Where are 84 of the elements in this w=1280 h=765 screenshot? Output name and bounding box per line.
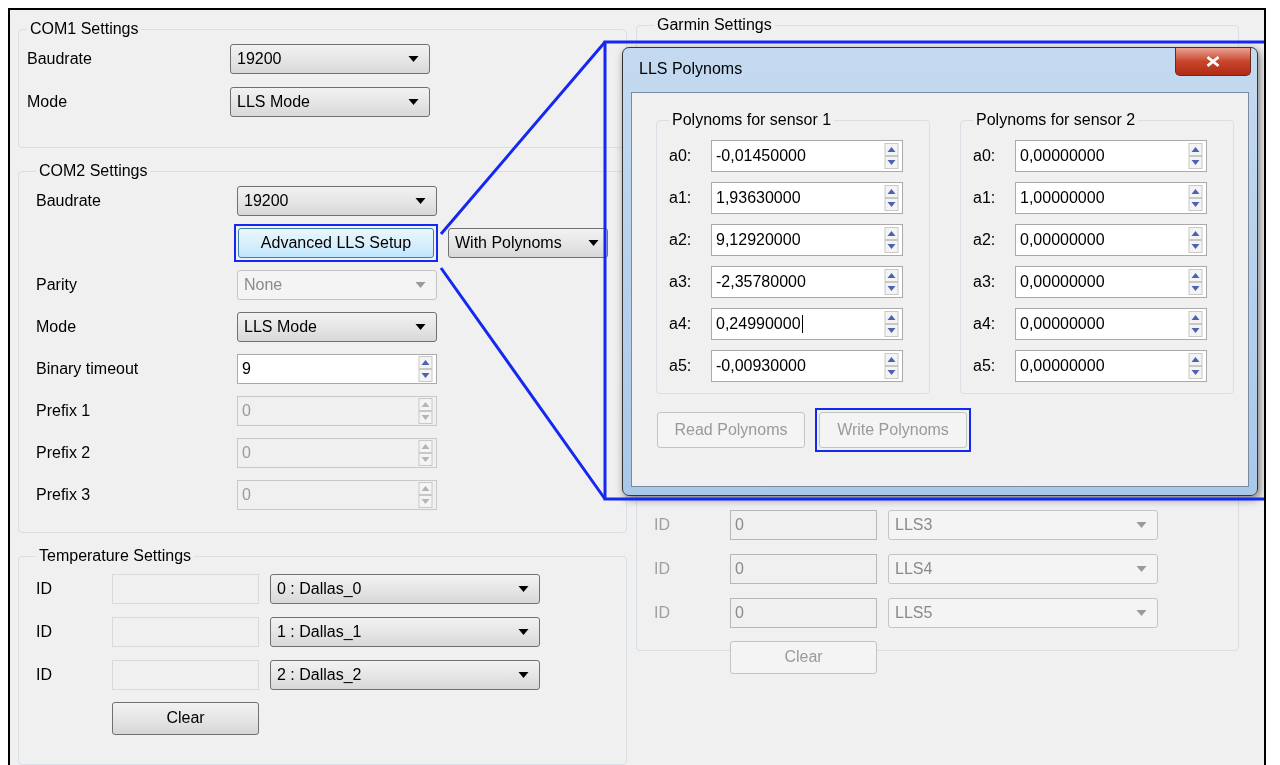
dropdown[interactable]: 19200 (230, 44, 430, 74)
caret-icon (415, 282, 426, 288)
advanced-setup-button[interactable]: Advanced LLS Setup (238, 228, 434, 258)
dropdown[interactable]: 0 : Dallas_0 (270, 574, 540, 604)
spinner-arrows-icon[interactable] (883, 185, 900, 211)
number-field[interactable]: -2,35780000 (711, 266, 903, 298)
number-field[interactable]: -0,01450000 (711, 140, 903, 172)
spinner-arrows-icon[interactable] (883, 227, 900, 253)
caret-icon (408, 99, 419, 105)
field-label: ID (36, 666, 53, 684)
spinner-arrows-icon[interactable] (1187, 311, 1204, 337)
close-button[interactable] (1175, 48, 1251, 76)
field-label: Mode (27, 93, 69, 111)
group-title: Garmin Settings (656, 16, 773, 34)
clear-button[interactable]: Clear (112, 701, 259, 735)
coefficient-label: a5: (973, 357, 997, 375)
dialog-title: LLS Polynoms (639, 60, 743, 78)
dropdown[interactable]: LLS Mode (237, 312, 437, 342)
caret-icon (415, 324, 426, 330)
field-label: Baudrate (36, 192, 102, 210)
group-title: COM1 Settings (29, 20, 140, 38)
coefficient-label: a0: (669, 147, 693, 165)
field-label: ID (36, 580, 53, 598)
coefficient-label: a3: (973, 273, 997, 291)
spinner-arrows-icon[interactable] (1187, 143, 1204, 169)
field-label: Parity (36, 276, 78, 294)
caret-icon (1136, 522, 1147, 528)
spinner-arrows-icon[interactable] (1187, 185, 1204, 211)
field-label: Mode (36, 318, 78, 336)
number-field[interactable]: -0,00930000 (711, 350, 903, 382)
coefficient-label: a5: (669, 357, 693, 375)
coefficient-label: a2: (669, 231, 693, 249)
coefficient-label: a2: (973, 231, 997, 249)
coefficient-label: a3: (669, 273, 693, 291)
spinner-arrows-icon[interactable] (883, 311, 900, 337)
caret-icon (518, 586, 529, 592)
spinner-arrows-icon[interactable] (883, 143, 900, 169)
caret-icon (1136, 566, 1147, 572)
group-title: Temperature Settings (38, 547, 193, 565)
spinner-arrows-icon[interactable] (883, 269, 900, 295)
number-field[interactable]: 0,00000000 (1015, 266, 1207, 298)
coefficient-label: a0: (973, 147, 997, 165)
number-field[interactable]: 0,00000000 (1015, 308, 1207, 340)
field-label: ID (654, 560, 671, 578)
caret-icon (415, 198, 426, 204)
coefficient-label: a1: (973, 189, 997, 207)
field-label: Baudrate (27, 50, 93, 68)
caret-icon (1136, 610, 1147, 616)
field-label: ID (654, 516, 671, 534)
group-title: Polynoms for sensor 1 (671, 111, 833, 129)
number-field[interactable]: 9 (237, 354, 437, 384)
field-label: Prefix 3 (36, 486, 92, 504)
dropdown[interactable]: 19200 (237, 186, 437, 216)
dropdown[interactable]: 1 : Dallas_1 (270, 617, 540, 647)
dropdown[interactable]: 2 : Dallas_2 (270, 660, 540, 690)
spinner-arrows-icon[interactable] (1187, 353, 1204, 379)
number-field[interactable]: 9,12920000 (711, 224, 903, 256)
caret-icon (518, 629, 529, 635)
field-label: ID (36, 623, 53, 641)
field-label: Prefix 1 (36, 402, 92, 420)
group-title: Polynoms for sensor 2 (975, 111, 1137, 129)
coefficient-label: a1: (669, 189, 693, 207)
coefficient-label: a4: (973, 315, 997, 333)
number-field[interactable]: 0,00000000 (1015, 350, 1207, 382)
dropdown[interactable]: LLS Mode (230, 87, 430, 117)
caret-icon (408, 56, 419, 62)
field-label: Binary timeout (36, 360, 140, 378)
dropdown[interactable]: With Polynoms (448, 228, 608, 258)
coefficient-label: a4: (669, 315, 693, 333)
number-field[interactable]: 0,00000000 (1015, 224, 1207, 256)
number-field[interactable]: 0,00000000 (1015, 140, 1207, 172)
number-field[interactable]: 0,24990000 (711, 308, 903, 340)
close-icon (1206, 56, 1220, 67)
caret-icon (518, 672, 529, 678)
number-field[interactable]: 1,00000000 (1015, 182, 1207, 214)
caret-icon (588, 240, 599, 246)
spinner-arrows-icon[interactable] (417, 356, 434, 382)
group-title: COM2 Settings (38, 162, 149, 180)
spinner-arrows-icon[interactable] (1187, 269, 1204, 295)
field-label: Prefix 2 (36, 444, 92, 462)
spinner-arrows-icon[interactable] (1187, 227, 1204, 253)
spinner-arrows-icon[interactable] (883, 353, 900, 379)
number-field[interactable]: 1,93630000 (711, 182, 903, 214)
field-label: ID (654, 604, 671, 622)
